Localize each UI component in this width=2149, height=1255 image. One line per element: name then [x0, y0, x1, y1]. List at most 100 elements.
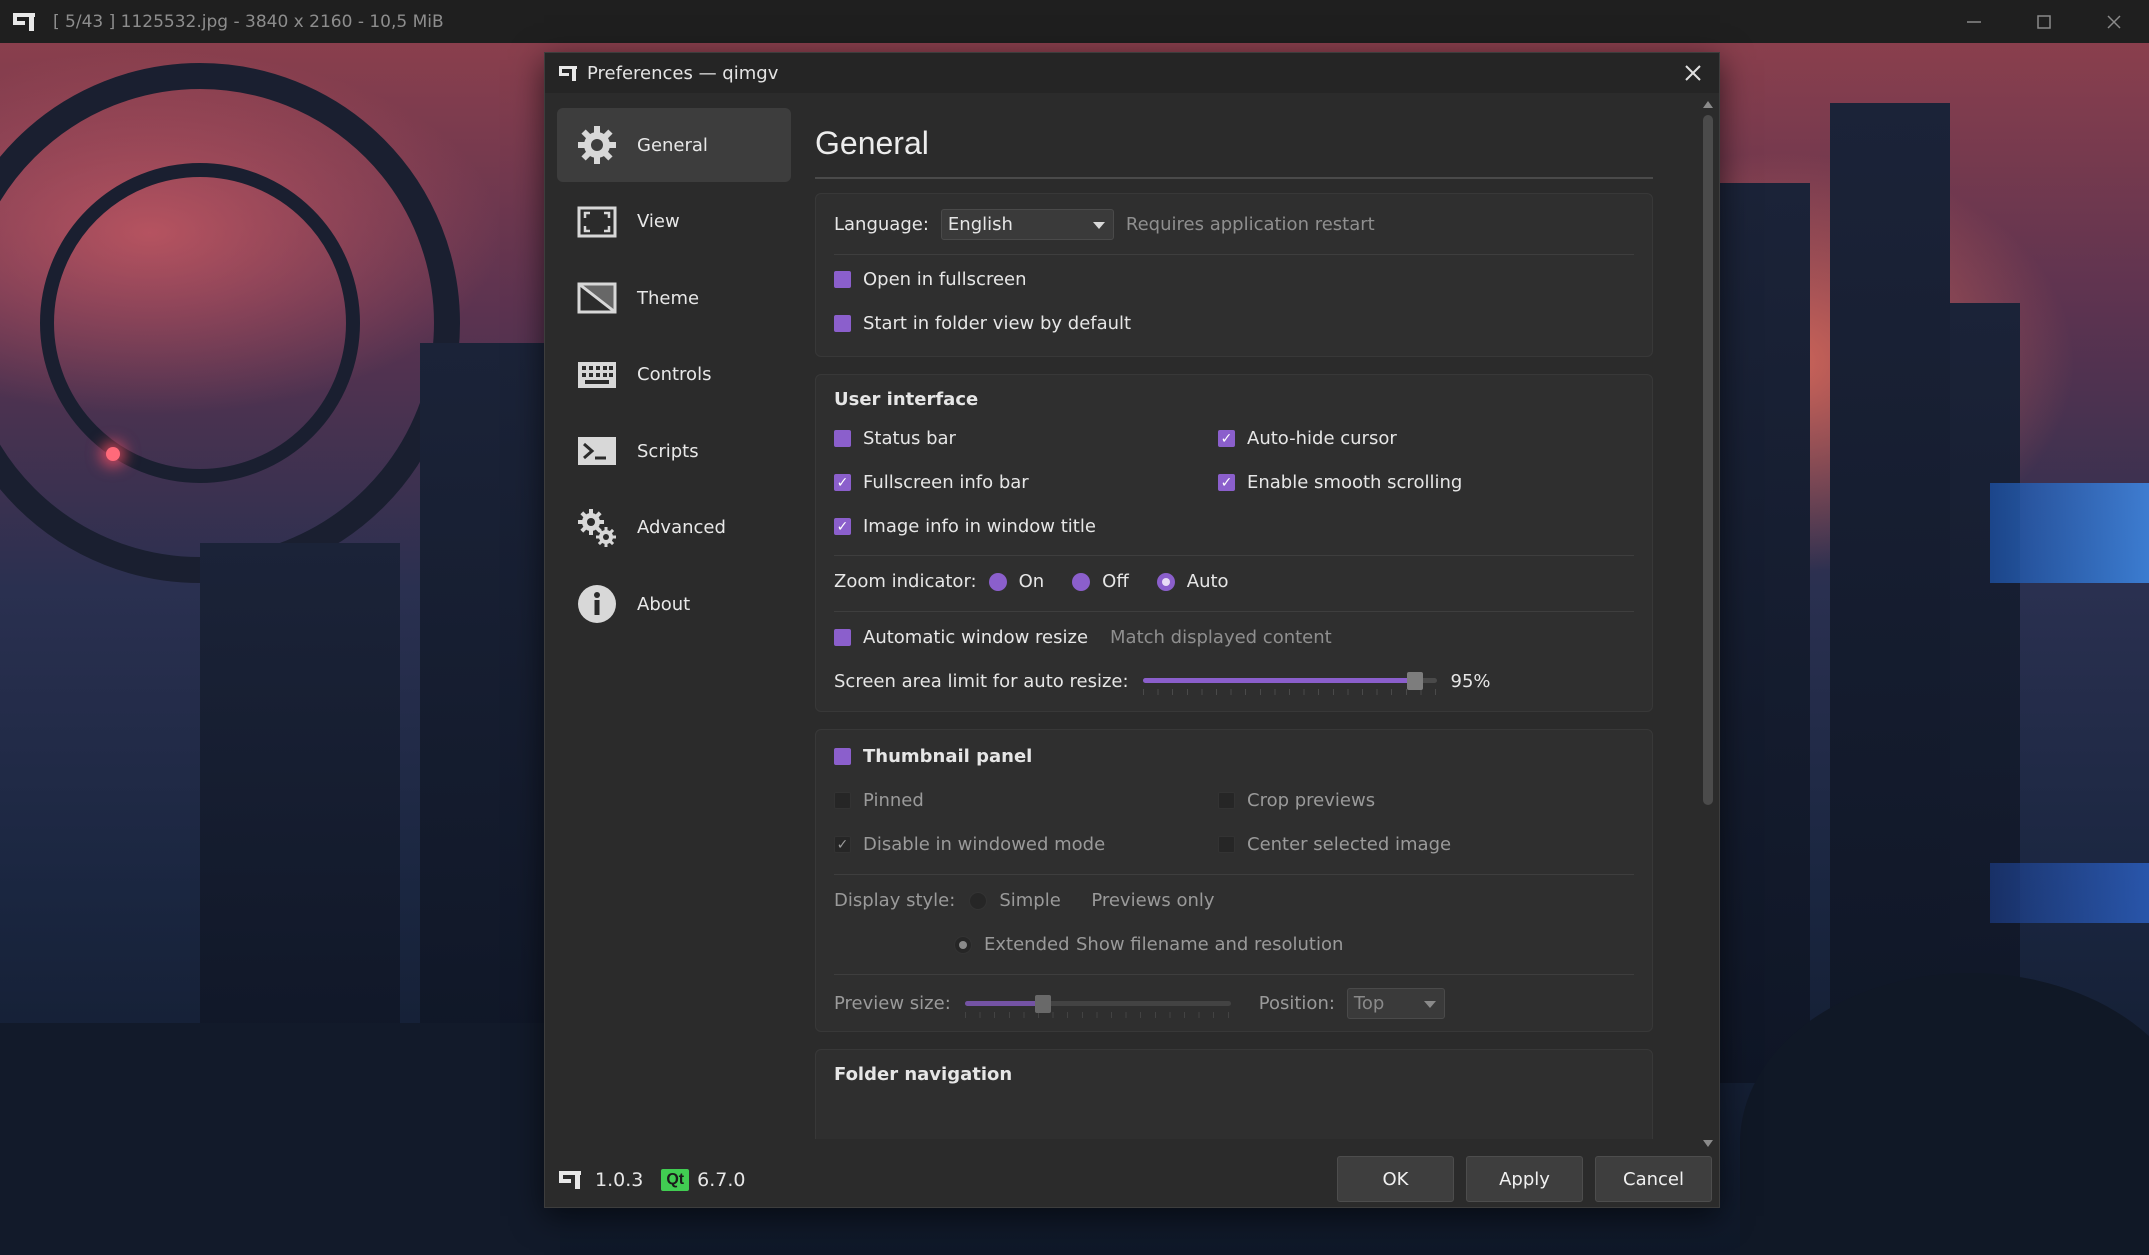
fullscreen-info-bar-option[interactable]: ✓ Fullscreen info bar [834, 472, 1029, 493]
scroll-down-icon[interactable] [1703, 1140, 1713, 1147]
center-selected-checkbox[interactable] [1218, 836, 1235, 853]
disable-windowed-checkbox[interactable]: ✓ [834, 836, 851, 853]
pinned-option[interactable]: Pinned [834, 790, 924, 811]
scrollbar-thumb[interactable] [1703, 115, 1713, 805]
language-label: Language: [834, 214, 929, 235]
screen-limit-label: Screen area limit for auto resize: [834, 670, 1129, 692]
open-fullscreen-option[interactable]: Open in fullscreen [834, 269, 1027, 290]
display-style-extended-row: Extended Show filename and resolution [954, 934, 1343, 955]
close-window-button[interactable] [2079, 0, 2149, 43]
folder-view-checkbox[interactable] [834, 315, 851, 332]
zoom-off-radio[interactable] [1072, 572, 1091, 591]
page-title: General [815, 125, 929, 161]
style-extended-hint: Show filename and resolution [1076, 934, 1344, 955]
thumbnail-panel-group: Thumbnail panel Pinned Crop previews ✓ D… [815, 729, 1653, 1032]
image-info-title-checkbox[interactable]: ✓ [834, 518, 851, 535]
maximize-icon [2037, 14, 2051, 29]
app-version: 1.0.3 [595, 1169, 644, 1191]
disable-windowed-option[interactable]: ✓ Disable in windowed mode [834, 834, 1105, 855]
settings-sidebar: General View Theme Controls Scripts Adva… [557, 108, 791, 644]
sidebar-item-scripts[interactable]: Scripts [557, 414, 791, 488]
preferences-dialog: Preferences — qimgv General View Theme C… [544, 52, 1720, 1208]
style-simple-radio[interactable] [969, 891, 988, 910]
maximize-button[interactable] [2009, 0, 2079, 43]
apply-button[interactable]: Apply [1466, 1156, 1583, 1202]
wallpaper-neon [1990, 863, 2149, 923]
sidebar-item-view[interactable]: View [557, 185, 791, 259]
smooth-scrolling-checkbox[interactable]: ✓ [1218, 474, 1235, 491]
ok-button[interactable]: OK [1337, 1156, 1454, 1202]
wallpaper-ground [0, 1023, 560, 1255]
smooth-scrolling-option[interactable]: ✓ Enable smooth scrolling [1218, 472, 1462, 493]
crop-previews-checkbox[interactable] [1218, 792, 1235, 809]
preview-size-label: Preview size: [834, 993, 951, 1014]
screen-limit-row: Screen area limit for auto resize: 95% [834, 669, 1491, 695]
auto-hide-cursor-option[interactable]: ✓ Auto-hide cursor [1218, 428, 1397, 449]
option-label: Open in fullscreen [863, 269, 1027, 290]
info-icon [575, 582, 619, 626]
close-icon [2107, 14, 2121, 29]
divider [834, 254, 1634, 255]
zoom-on-radio[interactable] [988, 572, 1007, 591]
preview-size-slider[interactable] [964, 992, 1231, 1018]
style-extended-label: Extended [984, 934, 1070, 955]
minimize-button[interactable] [1939, 0, 2009, 43]
style-extended-radio[interactable] [954, 935, 972, 954]
auto-hide-cursor-checkbox[interactable]: ✓ [1218, 430, 1235, 447]
slider-handle[interactable] [1406, 672, 1423, 690]
position-select[interactable]: Top [1346, 988, 1445, 1019]
auto-resize-option[interactable]: Automatic window resize Match displayed … [834, 627, 1332, 648]
language-select[interactable]: English [940, 209, 1114, 240]
sidebar-item-advanced[interactable]: Advanced [557, 491, 791, 565]
divider [834, 611, 1634, 612]
thumbnail-panel-checkbox[interactable] [834, 748, 851, 765]
sidebar-item-label: Scripts [637, 440, 699, 462]
sidebar-item-label: Advanced [637, 517, 726, 538]
image-info-title-option[interactable]: ✓ Image info in window title [834, 516, 1096, 537]
zoom-auto-radio[interactable] [1156, 572, 1175, 591]
settings-content[interactable]: General Language: English Requires appli… [807, 93, 1703, 1139]
thumbnail-panel-heading: Thumbnail panel [863, 746, 1033, 767]
divider [834, 555, 1634, 556]
zoom-indicator-label: Zoom indicator: [834, 571, 977, 592]
center-selected-option[interactable]: Center selected image [1218, 834, 1451, 855]
thumbnail-panel-toggle[interactable]: Thumbnail panel [834, 746, 1032, 767]
language-row: Language: English Requires application r… [834, 209, 1375, 240]
qimgv-logo-icon [559, 65, 577, 81]
option-label: Fullscreen info bar [863, 472, 1029, 493]
display-style-row: Display style: Simple Previews only [834, 890, 1215, 911]
terminal-icon [575, 429, 619, 473]
sidebar-item-controls[interactable]: Controls [557, 338, 791, 412]
content-scrollbar[interactable] [1701, 99, 1715, 1149]
option-label: Disable in windowed mode [863, 834, 1106, 855]
folder-navigation-heading: Folder navigation [834, 1064, 1013, 1085]
sidebar-item-label: General [637, 134, 708, 156]
position-label: Position: [1258, 993, 1335, 1014]
wallpaper-neon [1990, 483, 2149, 583]
fullscreen-info-bar-checkbox[interactable]: ✓ [834, 474, 851, 491]
scroll-up-icon[interactable] [1703, 101, 1713, 108]
crop-previews-option[interactable]: Crop previews [1218, 790, 1375, 811]
wallpaper-tower [1720, 183, 1810, 1083]
auto-resize-checkbox[interactable] [834, 629, 851, 646]
dialog-close-button[interactable] [1677, 57, 1709, 89]
cancel-button[interactable]: Cancel [1595, 1156, 1712, 1202]
option-label: Pinned [863, 790, 924, 811]
zoom-auto-label: Auto [1186, 571, 1229, 592]
position-value: Top [1353, 993, 1385, 1014]
sidebar-item-general[interactable]: General [557, 108, 791, 182]
status-bar-checkbox[interactable] [834, 430, 851, 447]
sidebar-item-theme[interactable]: Theme [557, 261, 791, 335]
gear-icon [575, 123, 619, 167]
auto-resize-hint: Match displayed content [1110, 627, 1332, 648]
option-label: Status bar [863, 428, 956, 449]
status-bar-option[interactable]: Status bar [834, 428, 956, 449]
screen-limit-slider[interactable] [1142, 669, 1437, 695]
folder-view-option[interactable]: Start in folder view by default [834, 313, 1131, 334]
slider-handle[interactable] [1034, 994, 1051, 1013]
pinned-checkbox[interactable] [834, 792, 851, 809]
open-fullscreen-checkbox[interactable] [834, 271, 851, 288]
user-interface-heading: User interface [834, 389, 979, 410]
wallpaper-tower [1830, 103, 1950, 1103]
sidebar-item-about[interactable]: About [557, 567, 791, 641]
